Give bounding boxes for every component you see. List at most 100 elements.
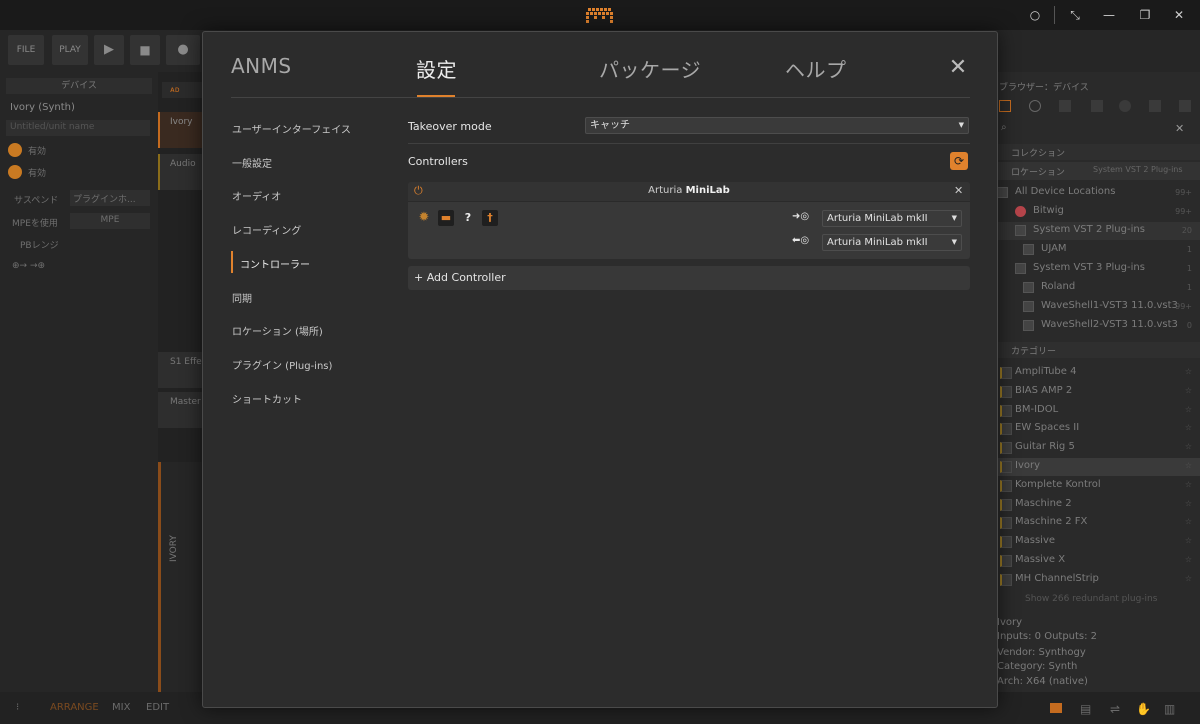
- tab-help[interactable]: ヘルプ: [785, 54, 847, 83]
- tab-packages[interactable]: パッケージ: [599, 54, 701, 83]
- enabled-checkbox-2[interactable]: [8, 165, 22, 179]
- plugin-item[interactable]: Maschine 2 ☆: [997, 496, 1200, 514]
- location-item[interactable]: Bitwig 99+: [997, 203, 1200, 221]
- nav-sync[interactable]: 同期: [232, 290, 252, 305]
- controller-settings-gear-icon[interactable]: ✹: [416, 210, 432, 226]
- tab-settings[interactable]: 設定: [416, 54, 457, 83]
- location-item[interactable]: Roland 1: [997, 279, 1200, 297]
- file-button[interactable]: FILE: [8, 35, 44, 65]
- track-s1-effect[interactable]: S1 Effe: [158, 352, 202, 388]
- browser-preset-icon[interactable]: [1029, 100, 1041, 112]
- browser-multisample-icon[interactable]: [1091, 100, 1103, 112]
- favorite-star-icon[interactable]: ☆: [1185, 386, 1192, 395]
- browser-file-icon[interactable]: [1179, 100, 1191, 112]
- browser-music-icon[interactable]: [1119, 100, 1131, 112]
- location-filter-chip[interactable]: System VST 2 Plug-ins: [1093, 165, 1183, 174]
- plugin-item[interactable]: Guitar Rig 5 ☆: [997, 439, 1200, 457]
- nav-locations[interactable]: ロケーション (場所): [232, 323, 323, 338]
- tab-anms[interactable]: ANMS: [231, 54, 292, 78]
- io-arrows-icon[interactable]: ⊕→ →⊕: [12, 261, 45, 271]
- favorite-star-icon[interactable]: ☆: [1185, 442, 1192, 451]
- favorite-star-icon[interactable]: ☆: [1185, 574, 1192, 583]
- nav-shortcuts[interactable]: ショートカット: [232, 391, 302, 406]
- favorite-star-icon[interactable]: ☆: [1185, 555, 1192, 564]
- location-row[interactable]: ロケーション System VST 2 Plug-ins: [997, 162, 1200, 180]
- browser-search-icon[interactable]: ⌕: [1001, 122, 1007, 133]
- nav-plugins[interactable]: プラグイン (Plug-ins): [232, 357, 332, 372]
- close-dialog-button[interactable]: ✕: [948, 57, 968, 79]
- mpe-button[interactable]: MPE: [70, 213, 150, 229]
- browser-device-icon[interactable]: [999, 100, 1011, 112]
- favorite-star-icon[interactable]: ☆: [1185, 423, 1192, 432]
- favorite-star-icon[interactable]: ☆: [1185, 480, 1192, 489]
- takeover-mode-dropdown[interactable]: キャッチ ▼: [585, 117, 969, 134]
- browser-sample-icon[interactable]: [1059, 100, 1071, 112]
- plugin-item[interactable]: BM-IDOL ☆: [997, 402, 1200, 420]
- location-item[interactable]: All Device Locations 99+: [997, 184, 1200, 202]
- midi-input-dropdown[interactable]: Arturia MiniLab mkII ▼: [822, 210, 962, 227]
- bottom-browser-icon[interactable]: ▥: [1164, 702, 1175, 716]
- location-item[interactable]: System VST 2 Plug-ins 20: [997, 222, 1200, 240]
- arrange-tab[interactable]: ARRANGE: [50, 702, 99, 713]
- midi-output-dropdown[interactable]: Arturia MiniLab mkII ▼: [822, 234, 962, 251]
- track-audio[interactable]: Audio: [158, 154, 202, 190]
- record-icon[interactable]: ●: [166, 35, 200, 65]
- play-menu-button[interactable]: PLAY: [52, 35, 88, 65]
- plugin-item[interactable]: MH ChannelStrip ☆: [997, 571, 1200, 589]
- browser-clip-icon[interactable]: [1149, 100, 1161, 112]
- nav-audio[interactable]: オーディオ: [232, 188, 281, 203]
- browser-search-clear-icon[interactable]: ✕: [1175, 122, 1184, 135]
- controller-script-console-icon[interactable]: ▬: [438, 210, 454, 226]
- location-item[interactable]: System VST 3 Plug-ins 1: [997, 260, 1200, 278]
- favorite-star-icon[interactable]: ☆: [1185, 367, 1192, 376]
- show-redundant-link[interactable]: Show 266 redundant plug-ins: [1025, 594, 1157, 604]
- category-row[interactable]: カテゴリー: [997, 342, 1200, 358]
- favorite-star-icon[interactable]: ☆: [1185, 461, 1192, 470]
- remove-controller-icon[interactable]: ✕: [954, 184, 963, 197]
- favorite-star-icon[interactable]: ☆: [1185, 536, 1192, 545]
- location-item[interactable]: UJAM 1: [997, 241, 1200, 259]
- bottom-panel-icon[interactable]: [1050, 703, 1062, 713]
- track-master[interactable]: Master: [158, 392, 202, 428]
- close-window-button[interactable]: ✕: [1170, 7, 1188, 23]
- play-icon[interactable]: ▶: [94, 35, 124, 65]
- controller-help-icon[interactable]: ?: [460, 210, 476, 226]
- refresh-controllers-icon[interactable]: ⟳: [950, 152, 968, 170]
- ivory-clip-lane[interactable]: IVORY: [158, 462, 202, 692]
- bottom-hand-icon[interactable]: ✋: [1136, 702, 1151, 716]
- edit-tab[interactable]: EDIT: [146, 702, 169, 713]
- collection-row[interactable]: コレクション: [997, 144, 1200, 160]
- maximize-button[interactable]: ❐: [1136, 7, 1154, 23]
- plugin-item[interactable]: Ivory ☆: [997, 458, 1200, 476]
- nav-user-interface[interactable]: ユーザーインターフェイス: [232, 121, 351, 136]
- favorite-star-icon[interactable]: ☆: [1185, 405, 1192, 414]
- fullscreen-icon[interactable]: ⤡: [1066, 7, 1084, 23]
- suspend-dropdown[interactable]: プラグインホ...: [70, 190, 150, 206]
- controller-pin-icon[interactable]: †: [482, 210, 498, 226]
- device-name-field[interactable]: Untitled/unit name: [6, 120, 150, 136]
- enabled-checkbox-1[interactable]: [8, 143, 22, 157]
- location-item[interactable]: WaveShell2-VST3 11.0.vst3 0: [997, 317, 1200, 335]
- mix-tab[interactable]: MIX: [112, 702, 130, 713]
- stop-icon[interactable]: ■: [130, 35, 160, 65]
- bottom-file-icon[interactable]: ▤: [1080, 702, 1091, 716]
- record-circle-icon[interactable]: ○: [1026, 7, 1044, 23]
- favorite-star-icon[interactable]: ☆: [1185, 517, 1192, 526]
- location-item[interactable]: WaveShell1-VST3 11.0.vst3 99+: [997, 298, 1200, 316]
- nav-controllers[interactable]: コントローラー: [240, 256, 310, 271]
- plugin-item[interactable]: Maschine 2 FX ☆: [997, 514, 1200, 532]
- track-ivory[interactable]: Ivory: [158, 112, 202, 148]
- plugin-item[interactable]: AmpliTube 4 ☆: [997, 364, 1200, 382]
- plugin-item[interactable]: Komplete Kontrol ☆: [997, 477, 1200, 495]
- add-controller-button[interactable]: + Add Controller: [408, 266, 970, 290]
- layout-toggle-icon[interactable]: ⁝: [16, 702, 19, 713]
- nav-recording[interactable]: レコーディング: [232, 222, 301, 237]
- bottom-mixer-icon[interactable]: ⇌: [1110, 702, 1120, 716]
- plugin-item[interactable]: Massive X ☆: [997, 552, 1200, 570]
- plugin-item[interactable]: BIAS AMP 2 ☆: [997, 383, 1200, 401]
- minimize-button[interactable]: —: [1100, 7, 1118, 23]
- plugin-item[interactable]: EW Spaces II ☆: [997, 420, 1200, 438]
- plugin-item[interactable]: Massive ☆: [997, 533, 1200, 551]
- favorite-star-icon[interactable]: ☆: [1185, 499, 1192, 508]
- nav-general[interactable]: 一般設定: [232, 155, 272, 170]
